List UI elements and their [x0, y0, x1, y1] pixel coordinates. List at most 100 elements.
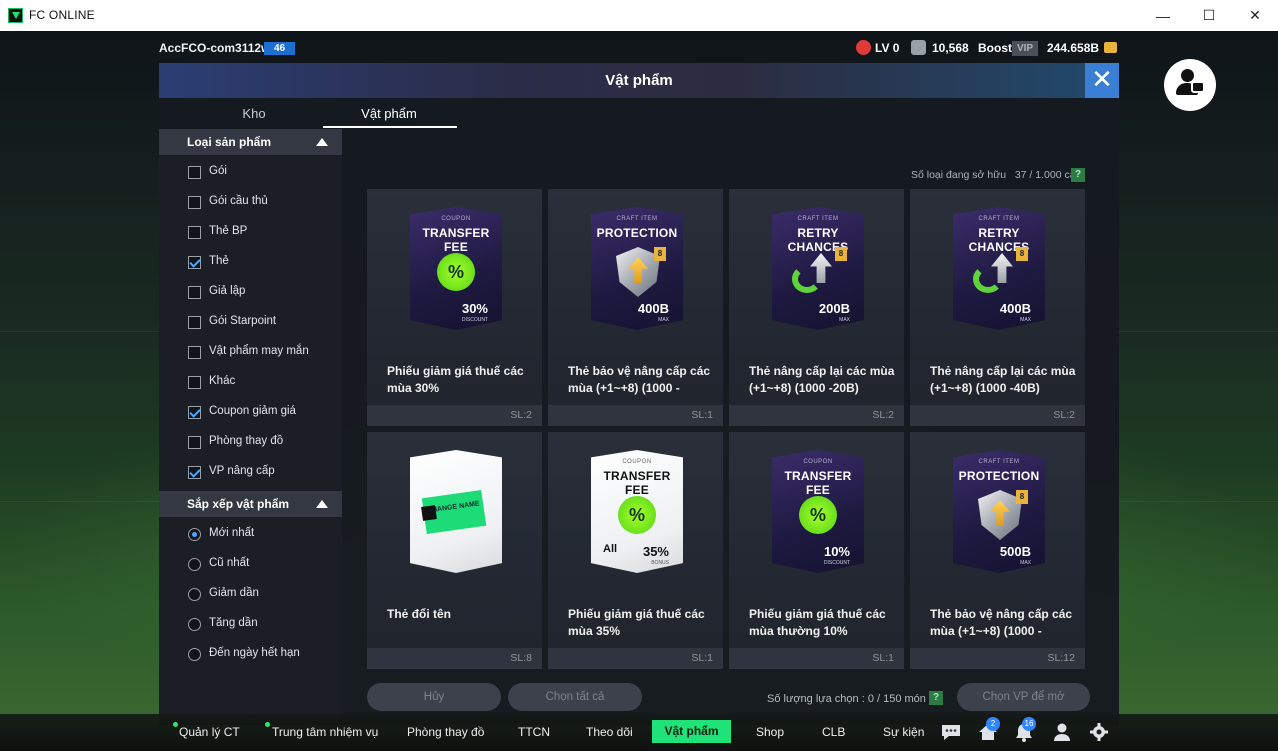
settings-gear-icon[interactable] [1088, 722, 1110, 742]
nav-theo-doi[interactable]: Theo dõi [586, 725, 633, 739]
item-art: CRAFT ITEM RETRY CHANCES 8 400B MAX [953, 207, 1045, 330]
sort-label[interactable]: Cũ nhất [209, 557, 249, 569]
nav-phong-thay-do[interactable]: Phòng thay đồ [407, 725, 484, 739]
nav-vat-pham[interactable]: Vật phẩm [652, 720, 731, 743]
nav-trung-tam-nhiem-vu[interactable]: Trung tâm nhiệm vụ [272, 725, 378, 739]
selection-help-button[interactable]: ? [929, 691, 943, 705]
select-all-button[interactable]: Chọn tất cả [508, 683, 642, 711]
nav-su-kien[interactable]: Sự kiện [883, 725, 924, 739]
filter-checkbox[interactable] [188, 406, 201, 419]
profile-icon[interactable] [1051, 722, 1073, 742]
level-tag: 8 [1016, 247, 1028, 261]
cancel-button[interactable]: Hủy [367, 683, 501, 711]
filter-label[interactable]: Coupon giảm giá [209, 405, 296, 417]
open-items-button[interactable]: Chọn VP để mở [957, 683, 1090, 711]
items-panel: Vật phẩm ✕ Kho Vật phẩm Loại sản phẩm Gó… [159, 63, 1119, 725]
filter-checkbox[interactable] [188, 166, 201, 179]
maximize-button[interactable]: ☐ [1186, 0, 1232, 31]
owned-count: Số loại đang sở hữu 37 / 1.000 cái [911, 169, 1078, 181]
balance-value: 244.658B [1047, 41, 1100, 55]
close-window-button[interactable]: ✕ [1232, 0, 1278, 31]
fc-logo-icon [421, 505, 437, 521]
nav-shop[interactable]: Shop [756, 725, 784, 739]
sort-radio[interactable] [188, 648, 201, 661]
filter-label[interactable]: Giả lập [209, 285, 245, 297]
filter-label[interactable]: Thẻ BP [209, 225, 247, 237]
nav-ttcn[interactable]: TTCN [518, 725, 550, 739]
nav-quan-ly-ct[interactable]: Quản lý CT [179, 725, 240, 739]
filter-label[interactable]: Gói Starpoint [209, 315, 276, 327]
chat-icon[interactable] [940, 722, 962, 742]
item-art-subtext: MAX [1020, 560, 1031, 566]
filter-checkbox[interactable] [188, 376, 201, 389]
filter-checkbox[interactable] [188, 436, 201, 449]
tab-vat-pham[interactable]: Vật phẩm [314, 106, 464, 121]
filter-checkbox[interactable] [188, 346, 201, 359]
sort-radio[interactable] [188, 618, 201, 631]
filter-checkbox[interactable] [188, 196, 201, 209]
filter-label[interactable]: Phòng thay đồ [209, 435, 283, 447]
item-name: Phiếu giảm giá thuế các mùa 35% [568, 607, 705, 638]
filter-label[interactable]: Khác [209, 375, 235, 387]
item-quantity: SL:1 [548, 648, 723, 669]
tab-kho[interactable]: Kho [179, 106, 329, 121]
item-card[interactable]: COUPON TRANSFER FEE% 10% DISCOUNT Phiếu giảm… [729, 432, 904, 669]
item-name: Thẻ nâng cấp lại các mùa (+1~+8) (1000 -… [930, 364, 1076, 395]
item-name: Thẻ nâng cấp lại các mùa (+1~+8) (1000 -… [749, 364, 895, 395]
item-art-subtext: DISCOUNT [461, 317, 488, 323]
app-logo-icon [8, 8, 23, 23]
filter-checkbox[interactable] [188, 256, 201, 269]
item-art-value: 30% [461, 301, 488, 316]
filter-label[interactable]: VP nâng cấp [209, 465, 275, 477]
item-art-value: 500B [999, 544, 1031, 559]
level-tag: 8 [1016, 490, 1028, 504]
filter-label[interactable]: Gói cầu thủ [209, 195, 268, 207]
panel-close-button[interactable]: ✕ [1085, 63, 1119, 98]
minimize-button[interactable]: — [1140, 0, 1186, 31]
filter-label[interactable]: Thẻ [209, 255, 229, 267]
item-card[interactable]: COUPON TRANSFER FEE% All 35% BONUS Phiếu giảm… [548, 432, 723, 669]
panel-footer: Hủy Chọn tất cả Số lượng lựa chọn : 0 / … [367, 683, 1102, 713]
item-card[interactable]: CRAFT ITEM PROTECTION 8 400B MAX Thẻ bảo vệ n… [548, 189, 723, 426]
filter-checkbox[interactable] [188, 466, 201, 479]
sort-label[interactable]: Đến ngày hết hạn [209, 647, 300, 659]
sort-header[interactable]: Sắp xếp vật phẩm [159, 491, 342, 517]
percent-coupon-icon: % [437, 253, 475, 291]
item-card[interactable]: COUPON TRANSFER FEE% 30% DISCOUNT Phiếu giảm… [367, 189, 542, 426]
sort-label[interactable]: Giảm dần [209, 587, 259, 599]
item-name: Thẻ bảo vệ nâng cấp các mùa (+1~+8) (100… [568, 364, 711, 395]
nav-clb[interactable]: CLB [822, 725, 845, 739]
sort-radio[interactable] [188, 528, 201, 541]
item-art-subtext: MAX [1020, 317, 1031, 323]
item-art-caption: COUPON [803, 459, 833, 465]
filter-header[interactable]: Loại sản phẩm [159, 129, 342, 155]
filter-label[interactable]: Gói [209, 165, 227, 177]
item-card[interactable]: CRAFT ITEM RETRY CHANCES 8 400B MAX Thẻ nâng … [910, 189, 1085, 426]
item-art-heading: TRANSFER FEE [422, 226, 490, 254]
filter-label[interactable]: Vật phẩm may mắn [209, 345, 309, 357]
sort-label[interactable]: Tăng dần [209, 617, 258, 629]
percent-coupon-icon: % [799, 496, 837, 534]
filter-checkbox[interactable] [188, 286, 201, 299]
sort-radio[interactable] [188, 588, 201, 601]
chat-bubble-icon [1191, 81, 1205, 93]
item-card[interactable]: CRAFT ITEM PROTECTION 8 500B MAX Thẻ bảo vệ n… [910, 432, 1085, 669]
item-art-heading: RETRY CHANCES [787, 226, 849, 254]
sort-header-label: Sắp xếp vật phẩm [187, 497, 290, 511]
filter-checkbox[interactable] [188, 226, 201, 239]
item-art: COUPON TRANSFER FEE% 10% DISCOUNT [772, 450, 864, 573]
item-art-subtext: MAX [839, 317, 850, 323]
item-art-value: 10% [823, 544, 850, 559]
filter-sidebar: Loại sản phẩm Gói Gói cầu thủ Thẻ BP Thẻ Giả… [159, 129, 342, 725]
item-quantity: SL:12 [910, 648, 1085, 669]
sort-radio[interactable] [188, 558, 201, 571]
item-art: COUPON TRANSFER FEE% All 35% BONUS [591, 450, 683, 573]
filter-checkbox[interactable] [188, 316, 201, 329]
owned-help-button[interactable]: ? [1071, 168, 1085, 182]
item-card[interactable]: CHANGE NAME Thẻ đổi tên SL:8 [367, 432, 542, 669]
sort-label[interactable]: Mới nhất [209, 527, 254, 539]
item-card[interactable]: CRAFT ITEM RETRY CHANCES 8 200B MAX Thẻ nâng … [729, 189, 904, 426]
item-art-caption: CRAFT ITEM [978, 216, 1020, 222]
item-art-heading: PROTECTION [958, 469, 1040, 483]
profile-chat-button[interactable] [1164, 59, 1216, 111]
